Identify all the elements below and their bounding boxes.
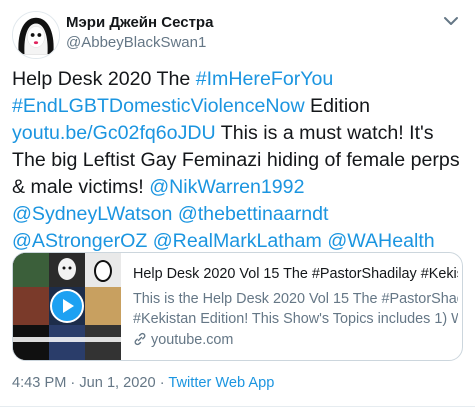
mention-link[interactable]: @RealMarkLatham: [153, 230, 322, 252]
tweet-date[interactable]: Jun 1, 2020: [79, 375, 155, 391]
hashtag-link[interactable]: #EndLGBTDomesticViolenceNow: [12, 95, 305, 117]
more-chevron-icon[interactable]: [441, 14, 461, 26]
avatar[interactable]: [12, 11, 60, 59]
link-card-description: This is the Help Desk 2020 Vol 15 The #P…: [133, 289, 458, 329]
mention-link[interactable]: @SydneyLWatson: [12, 203, 172, 225]
link-card-domain: youtube.com: [133, 332, 233, 348]
url-link[interactable]: youtu.be/Gc02fq6oJDU: [12, 122, 216, 144]
link-card-title: Help Desk 2020 Vol 15 The #PastorShadila…: [133, 266, 458, 282]
mention-link[interactable]: @NikWarren1992: [149, 176, 304, 198]
mention-link[interactable]: @thebettinaarndt: [178, 203, 329, 225]
link-card-description-line1: This is the Help Desk 2020 Vol 15 The #P…: [133, 291, 458, 307]
link-icon: [134, 332, 146, 346]
mention-link[interactable]: @WAHealth: [327, 230, 434, 252]
meta-separator: ·: [70, 375, 76, 391]
link-preview-card[interactable]: Help Desk 2020 Vol 15 The #PastorShadila…: [12, 252, 463, 361]
tweet-text: Help Desk 2020 The #ImHereForYou #EndLGB…: [12, 66, 467, 255]
meta-separator: ·: [159, 375, 165, 391]
tweet-time[interactable]: 4:43 PM: [12, 375, 66, 391]
avatar-nun-icon: [13, 12, 59, 58]
author-name[interactable]: Мэри Джейн Сестра: [66, 14, 213, 31]
tweet-source-app[interactable]: Twitter Web App: [168, 375, 274, 391]
author-handle[interactable]: @AbbeyBlackSwan1: [66, 34, 206, 51]
play-icon[interactable]: [50, 289, 84, 323]
mention-link[interactable]: @AStrongerOZ: [12, 230, 147, 252]
tweet-card: Мэри Джейн Сестра @AbbeyBlackSwan1 Help …: [0, 0, 475, 407]
link-card-description-line2: #Kekistan Edition! This Show's Topics in…: [133, 311, 458, 327]
tweet-text-segment: Help Desk 2020 The: [12, 68, 196, 90]
tweet-text-segment: Edition: [304, 95, 370, 117]
link-card-domain-text: youtube.com: [151, 332, 234, 348]
tweet-meta: 4:43 PM · Jun 1, 2020 · Twitter Web App: [12, 375, 274, 391]
hashtag-link[interactable]: #ImHereForYou: [196, 68, 334, 90]
